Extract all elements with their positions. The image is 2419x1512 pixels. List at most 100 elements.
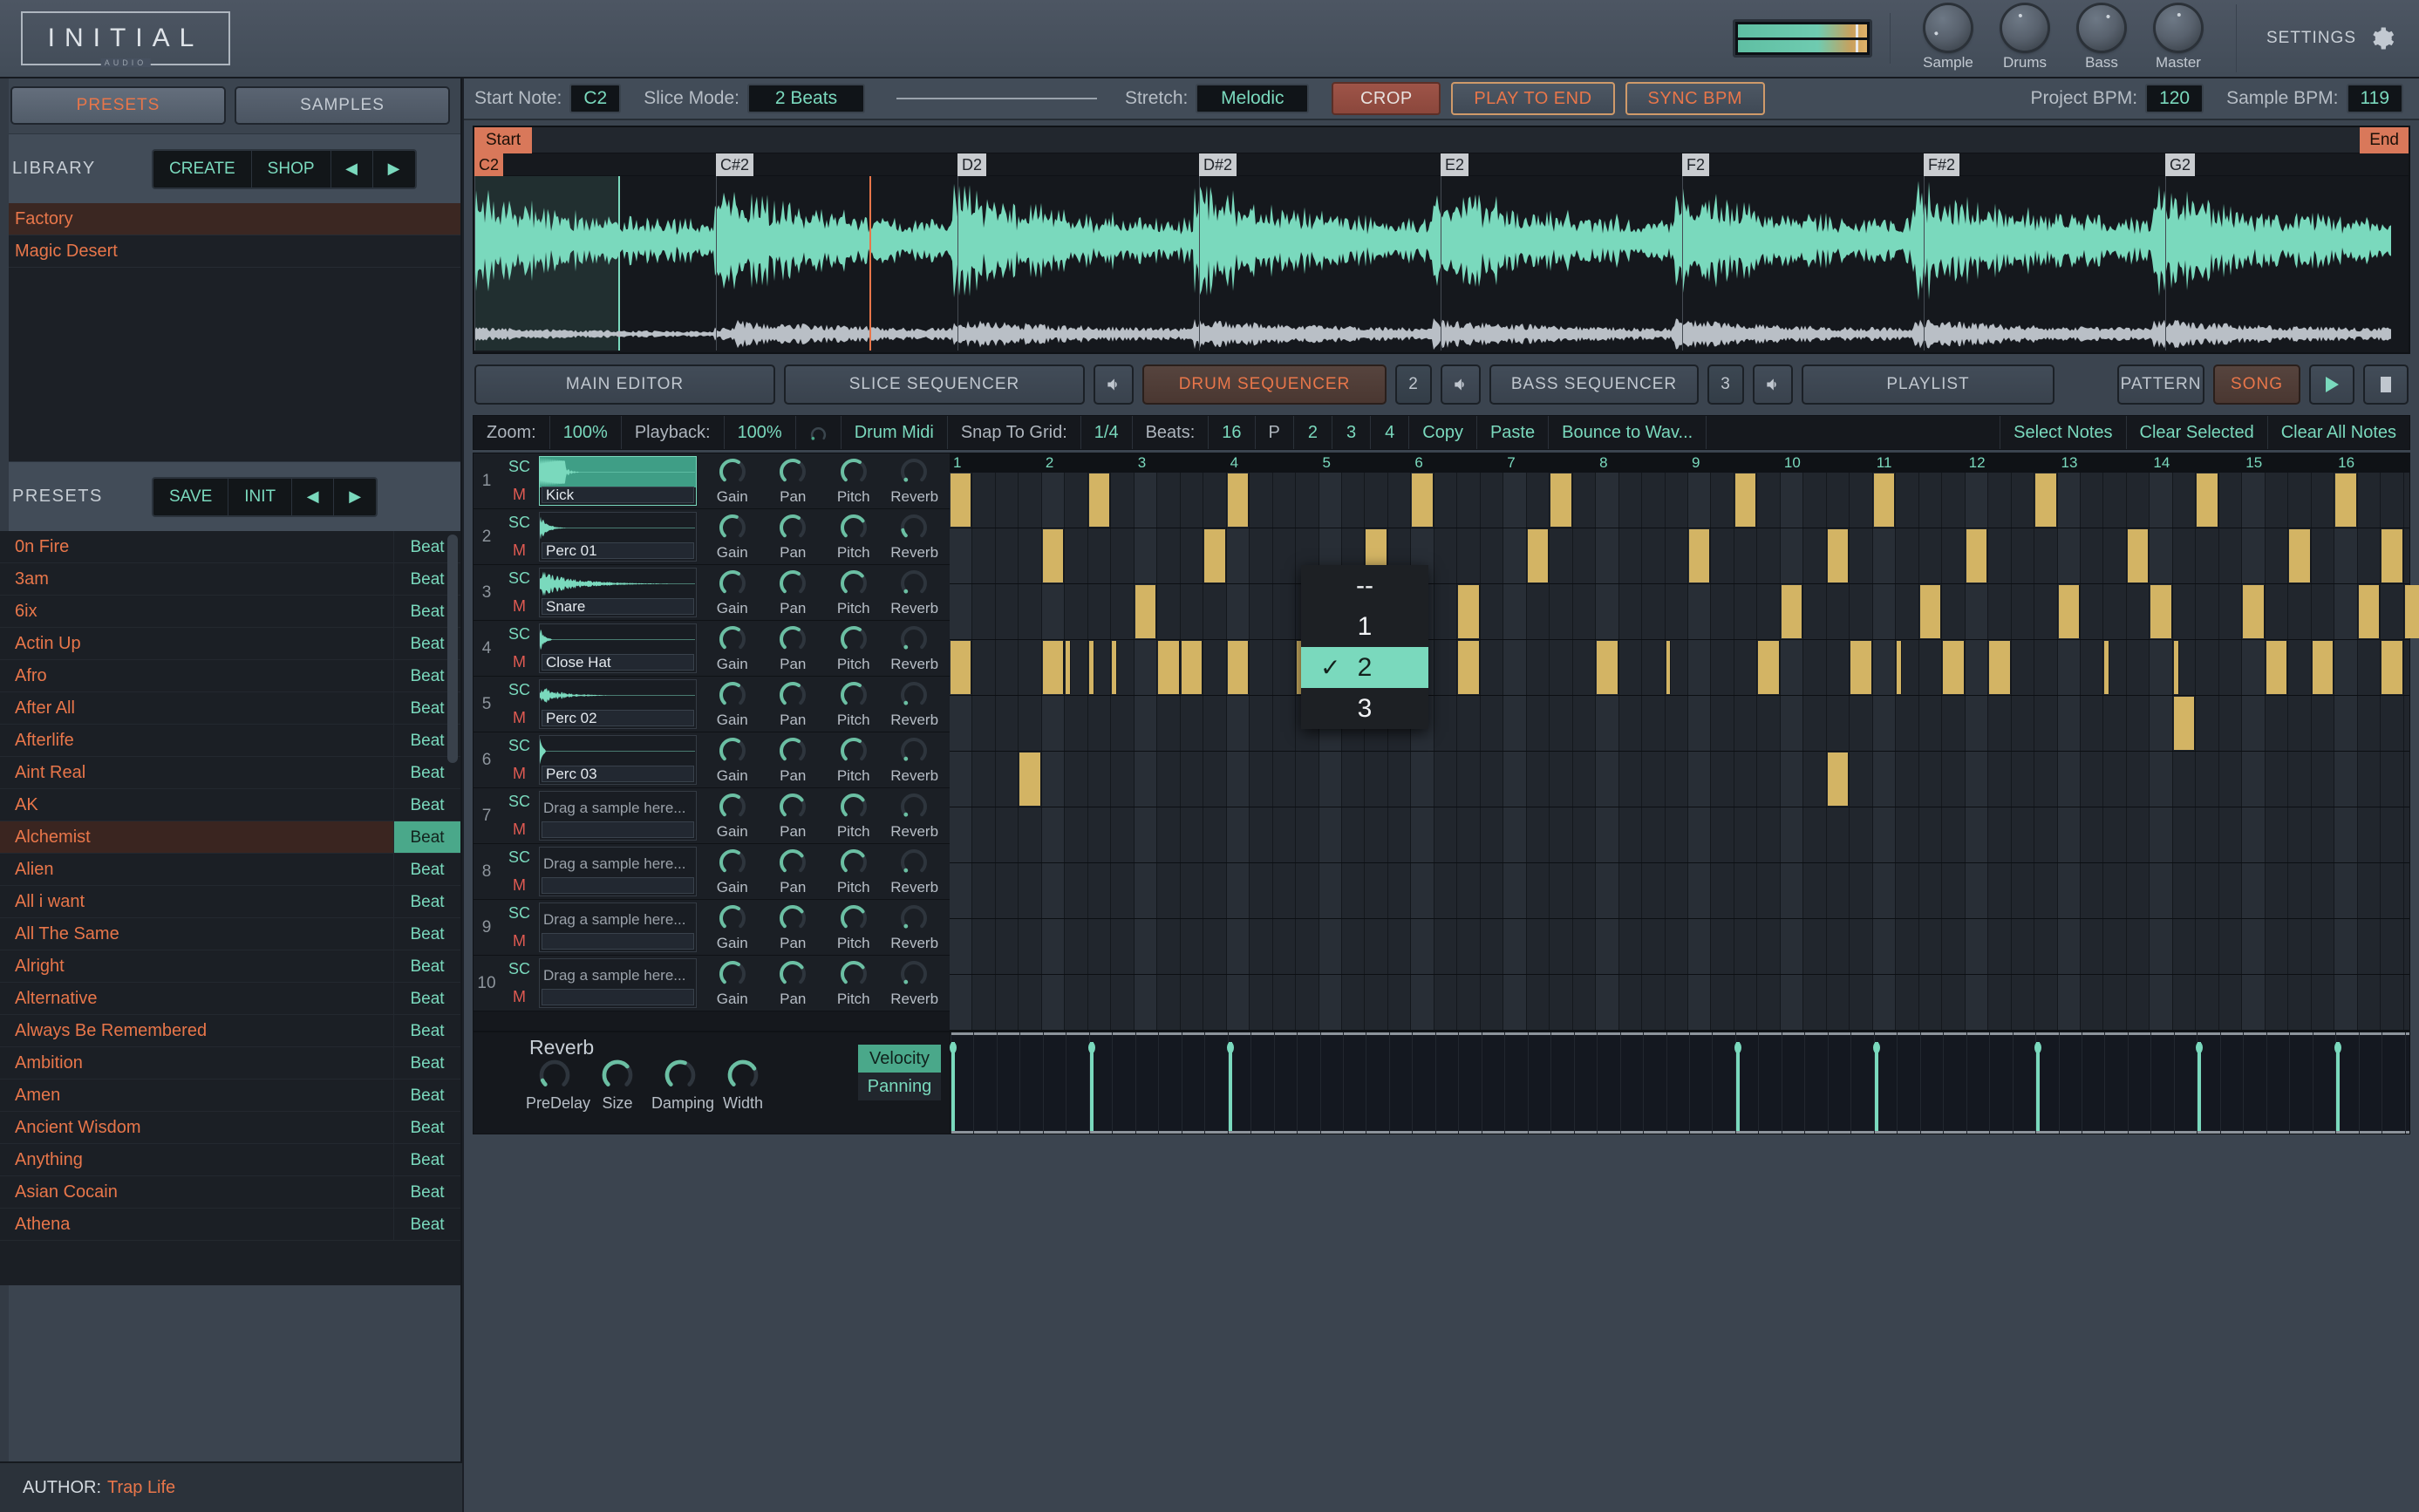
grid-cell[interactable] <box>2288 975 2312 1030</box>
grid-cell[interactable] <box>2242 752 2266 807</box>
drum-midi-button[interactable]: Drum Midi <box>842 416 948 449</box>
grid-cell[interactable] <box>1803 975 1827 1030</box>
grid-note[interactable] <box>1734 473 1757 527</box>
grid-cell[interactable] <box>2081 863 2104 918</box>
dropdown-item[interactable]: ✓ 2 <box>1301 647 1428 688</box>
grid-cell[interactable] <box>2334 640 2358 695</box>
knob-pan[interactable]: Pan <box>769 848 816 896</box>
solo-cut-button[interactable]: SC <box>500 453 539 481</box>
grid-cell[interactable] <box>2012 975 2035 1030</box>
grid-row[interactable] <box>950 919 2409 975</box>
grid-cell[interactable] <box>2358 919 2382 974</box>
knob-reverb[interactable]: Reverb <box>890 457 938 506</box>
grid-cell[interactable] <box>2150 975 2173 1030</box>
grid-cell[interactable] <box>2057 975 2081 1030</box>
grid-cell[interactable] <box>1319 863 1342 918</box>
grid-cell[interactable] <box>1850 696 1873 751</box>
grid-cell[interactable] <box>1503 528 1527 583</box>
grid-cell[interactable] <box>1919 696 1943 751</box>
knob-reverb-dial[interactable] <box>897 903 930 933</box>
grid-cell[interactable] <box>2034 919 2058 974</box>
grid-cell[interactable] <box>2219 473 2243 528</box>
knob-master[interactable]: Master <box>2143 5 2213 72</box>
grid-cell[interactable] <box>1734 528 1758 583</box>
grid-cell[interactable] <box>1872 528 1897 583</box>
grid-cell[interactable] <box>1457 919 1481 974</box>
start-note-field[interactable]: C2 <box>569 84 622 113</box>
grid-cell[interactable] <box>1434 696 1458 751</box>
mute-button[interactable]: M <box>500 593 539 621</box>
grid-cell[interactable] <box>1041 584 1066 639</box>
library-item-factory[interactable]: Factory <box>0 203 460 235</box>
stretch-field[interactable]: Melodic <box>1196 84 1310 113</box>
grid-note[interactable] <box>1527 529 1550 582</box>
grid-cell[interactable] <box>1550 975 1573 1030</box>
grid-cell[interactable] <box>1827 807 1850 862</box>
shop-button[interactable]: SHOP <box>252 150 331 187</box>
grid-cell[interactable] <box>2334 807 2358 862</box>
grid-cell[interactable] <box>1111 919 1135 974</box>
grid-cell[interactable] <box>1666 752 1688 807</box>
grid-cell[interactable] <box>2219 528 2243 583</box>
grid-cell[interactable] <box>1965 919 1989 974</box>
sample-slot[interactable]: Kick <box>539 456 697 506</box>
knob-reverb-dial[interactable] <box>897 848 930 877</box>
mute-button[interactable]: M <box>500 537 539 565</box>
knob-pan-dial[interactable] <box>776 457 809 487</box>
preset-scrollbar[interactable] <box>447 535 458 763</box>
grid-cell[interactable] <box>2334 528 2358 583</box>
grid-cell[interactable] <box>2081 640 2104 695</box>
grid-cell[interactable] <box>1780 975 1804 1030</box>
library-item-magic-desert[interactable]: Magic Desert <box>0 235 460 268</box>
grid-cell[interactable] <box>2381 975 2404 1030</box>
grid-cell[interactable] <box>2127 473 2150 528</box>
grid-cell[interactable] <box>1134 528 1158 583</box>
grid-cell[interactable] <box>1550 807 1573 862</box>
pattern-button[interactable]: PATTERN <box>2117 364 2204 405</box>
grid-cell[interactable] <box>1273 807 1297 862</box>
grid-cell[interactable] <box>2242 863 2266 918</box>
grid-cell[interactable] <box>1157 863 1181 918</box>
grid-cell[interactable] <box>1157 584 1181 639</box>
grid-cell[interactable] <box>2404 863 2419 918</box>
grid-cell[interactable] <box>2242 696 2266 751</box>
note-marker[interactable]: D#2 <box>1199 153 1237 176</box>
grid-cell[interactable] <box>1734 696 1758 751</box>
grid-cell[interactable] <box>1296 919 1319 974</box>
grid-cell[interactable] <box>1019 528 1042 583</box>
grid-cell[interactable] <box>1919 640 1943 695</box>
copy-button[interactable]: Copy <box>1409 416 1477 449</box>
grid-cell[interactable] <box>2242 919 2266 974</box>
grid-cell[interactable] <box>1342 975 1366 1030</box>
grid-rows[interactable] <box>950 473 2419 1031</box>
grid-cell[interactable] <box>2057 919 2081 974</box>
grid-cell[interactable] <box>1181 584 1204 639</box>
grid-cell[interactable] <box>2103 752 2127 807</box>
grid-note[interactable] <box>1019 753 1041 806</box>
grid-cell[interactable] <box>1181 752 1204 807</box>
knob-sample[interactable]: Sample <box>1913 5 1983 72</box>
note-marker[interactable]: F#2 <box>1924 153 1960 176</box>
grid-cell[interactable] <box>2150 919 2173 974</box>
grid-note[interactable] <box>1088 473 1111 527</box>
grid-row[interactable] <box>950 528 2409 584</box>
preset-row[interactable]: 0n Fire Beat <box>0 531 460 563</box>
solo-cut-button[interactable]: SC <box>500 956 539 984</box>
sample-name[interactable]: Perc 03 <box>542 766 694 782</box>
velocity-stem[interactable] <box>1734 1042 1741 1131</box>
grid-cell[interactable] <box>1250 473 1273 528</box>
grid-cell[interactable] <box>1550 863 1573 918</box>
grid-cell[interactable] <box>2103 528 2127 583</box>
knob-pitch-dial[interactable] <box>837 736 870 766</box>
grid-cell[interactable] <box>1134 975 1158 1030</box>
grid-cell[interactable] <box>2288 807 2312 862</box>
grid-cell[interactable] <box>2127 919 2150 974</box>
knob-dial[interactable] <box>2078 5 2124 51</box>
grid-cell[interactable] <box>1666 919 1688 974</box>
note-marker[interactable]: F2 <box>1682 153 1710 176</box>
grid-cell[interactable] <box>1134 863 1158 918</box>
grid-cell[interactable] <box>1181 528 1204 583</box>
grid-note[interactable] <box>1989 641 2011 694</box>
grid-cell[interactable] <box>2358 640 2382 695</box>
grid-cell[interactable] <box>1872 919 1897 974</box>
